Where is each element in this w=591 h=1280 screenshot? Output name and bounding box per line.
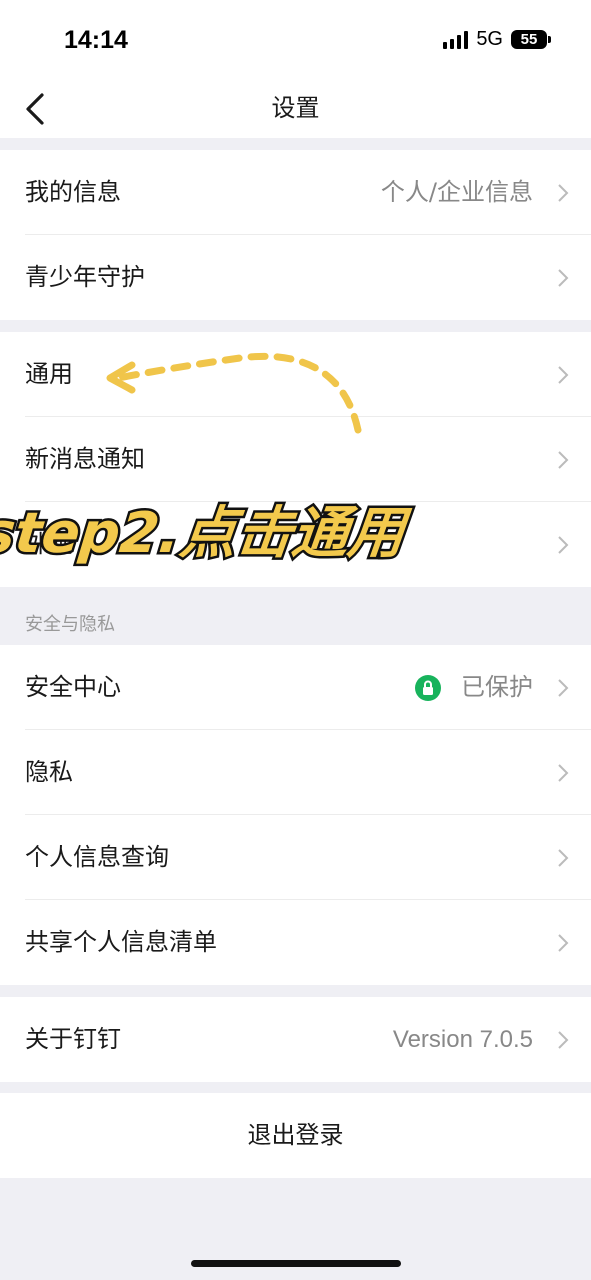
logout-button[interactable]: 退出登录	[0, 1093, 591, 1178]
row-general[interactable]: 通用	[0, 332, 591, 417]
chevron-right-icon	[558, 536, 569, 554]
status-time: 14:14	[64, 26, 128, 54]
settings-group-security: 安全中心 已保护 隐私 个人信息查询 共享个人信息清单	[0, 645, 591, 985]
chevron-right-icon	[558, 849, 569, 867]
battery-icon: 55	[511, 30, 551, 49]
row-personal-info-query[interactable]: 个人信息查询	[0, 815, 591, 900]
settings-group-about: 关于钉钉 Version 7.0.5	[0, 997, 591, 1082]
row-label: 新消息通知	[25, 445, 145, 473]
chevron-right-icon	[558, 366, 569, 384]
row-label: 个人信息查询	[25, 843, 169, 871]
row-value: 已保护	[461, 673, 533, 701]
row-privacy[interactable]: 隐私	[0, 730, 591, 815]
row-label: 外观	[25, 530, 73, 558]
signal-icon	[443, 30, 469, 49]
row-label: 关于钉钉	[25, 1025, 121, 1053]
lock-icon	[415, 675, 441, 701]
chevron-right-icon	[558, 1031, 569, 1049]
navigation-bar: 设置	[0, 80, 591, 138]
row-label: 通用	[25, 360, 73, 388]
row-label: 我的信息	[25, 178, 121, 206]
chevron-right-icon	[558, 269, 569, 287]
logout-label: 退出登录	[247, 1121, 344, 1149]
chevron-right-icon	[558, 451, 569, 469]
row-my-info[interactable]: 我的信息 个人/企业信息	[0, 150, 591, 235]
section-header-security-privacy: 安全与隐私	[25, 614, 115, 635]
row-value: Version 7.0.5	[392, 1026, 533, 1053]
row-label: 安全中心	[25, 673, 121, 701]
status-indicators: 5G 55	[443, 28, 551, 51]
row-security-center[interactable]: 安全中心 已保护	[0, 645, 591, 730]
chevron-right-icon	[558, 679, 569, 697]
settings-group-account: 我的信息 个人/企业信息 青少年守护	[0, 150, 591, 320]
page-title: 设置	[271, 94, 320, 122]
chevron-right-icon	[558, 184, 569, 202]
battery-level: 55	[511, 30, 547, 49]
chevron-right-icon	[558, 934, 569, 952]
row-about[interactable]: 关于钉钉 Version 7.0.5	[0, 997, 591, 1082]
home-indicator	[191, 1260, 401, 1267]
row-label: 共享个人信息清单	[25, 928, 217, 956]
status-bar: 14:14 5G 55	[0, 0, 591, 80]
row-appearance[interactable]: 外观	[0, 502, 591, 587]
row-youth-protection[interactable]: 青少年守护	[0, 235, 591, 320]
row-value: 个人/企业信息	[380, 178, 533, 206]
row-shared-info-list[interactable]: 共享个人信息清单	[0, 900, 591, 985]
row-label: 青少年守护	[25, 263, 145, 291]
network-type: 5G	[476, 28, 503, 50]
chevron-right-icon	[558, 764, 569, 782]
settings-group-general: 通用 新消息通知 外观	[0, 332, 591, 587]
row-new-message-notification[interactable]: 新消息通知	[0, 417, 591, 502]
row-label: 隐私	[25, 758, 73, 786]
